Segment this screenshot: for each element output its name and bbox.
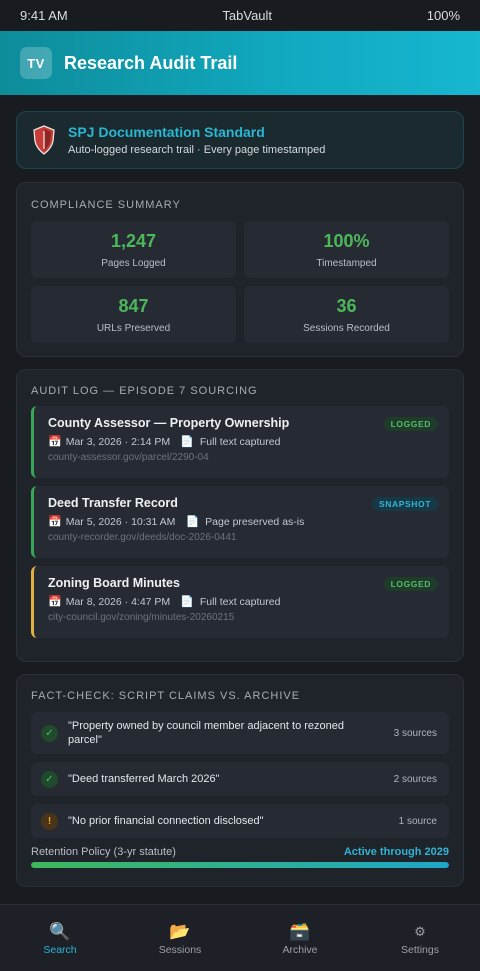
- stat-label: Sessions Recorded: [303, 322, 390, 334]
- nav-label: Settings: [401, 944, 439, 956]
- nav-label: Archive: [282, 944, 318, 956]
- stat-timestamped: 100% Timestamped: [244, 221, 449, 278]
- archive-box-icon: 🗃️: [289, 922, 311, 941]
- stat-value: 847: [118, 295, 149, 316]
- bottom-nav: 🔍 Search 📂 Sessions 🗃️ Archive ⚙ Setting…: [0, 904, 480, 971]
- section-title: AUDIT LOG — EPISODE 7 SOURCING: [31, 385, 258, 397]
- stat-sessions-recorded: 36 Sessions Recorded: [244, 286, 449, 343]
- document-icon: 📄: [185, 516, 200, 528]
- log-capture: Page preserved as-is: [205, 515, 305, 528]
- nav-settings[interactable]: ⚙ Settings: [360, 905, 480, 971]
- log-timestamp: Mar 5, 2026 · 10:31 AM: [65, 515, 176, 528]
- status-badge: SNAPSHOT: [371, 497, 438, 511]
- check-icon: ✓: [41, 724, 58, 742]
- app-logo: TV: [20, 47, 52, 79]
- status-badge: LOGGED: [383, 417, 438, 431]
- log-capture: Full text captured: [199, 435, 281, 448]
- stat-label: URLs Preserved: [96, 322, 171, 334]
- calendar-icon: 📅: [48, 596, 62, 608]
- section-title: FACT-CHECK: SCRIPT CLAIMS VS. ARCHIVE: [31, 690, 301, 702]
- compliance-summary-card: COMPLIANCE SUMMARY 1,247 Pages Logged 10…: [16, 182, 464, 357]
- fact-claim-item[interactable]: ✓ "Property owned by council member adja…: [31, 712, 449, 754]
- check-icon: ✓: [41, 770, 58, 788]
- nav-sessions[interactable]: 📂 Sessions: [120, 905, 240, 971]
- nav-label: Sessions: [158, 944, 202, 956]
- log-url[interactable]: county-assessor.gov/parcel/2290-04: [48, 452, 437, 463]
- stat-value: 1,247: [110, 230, 157, 251]
- retention-progress-fill: [31, 862, 449, 868]
- fact-claim-item[interactable]: ! "No prior financial connection disclos…: [31, 804, 449, 838]
- status-time: 9:41 AM: [20, 8, 68, 23]
- status-badge: LOGGED: [383, 577, 438, 591]
- log-title: County Assessor — Property Ownership: [48, 416, 290, 430]
- section-title: COMPLIANCE SUMMARY: [31, 199, 181, 211]
- log-capture: Full text captured: [199, 595, 281, 608]
- nav-label: Search: [43, 944, 77, 956]
- audit-log-card: AUDIT LOG — EPISODE 7 SOURCING County As…: [16, 369, 464, 662]
- stat-label: Timestamped: [316, 257, 377, 269]
- retention-progress-bar: [31, 862, 449, 868]
- audit-log-item[interactable]: Deed Transfer Record SNAPSHOT 📅 Mar 5, 2…: [31, 486, 449, 558]
- audit-log-item[interactable]: Zoning Board Minutes LOGGED 📅 Mar 8, 202…: [31, 566, 449, 638]
- log-url[interactable]: city-council.gov/zoning/minutes-20260215: [48, 612, 437, 623]
- stat-label: Pages Logged: [101, 257, 166, 269]
- status-battery: 100%: [426, 8, 460, 23]
- claim-text: "No prior financial connection disclosed…: [68, 815, 264, 827]
- fact-check-card: FACT-CHECK: SCRIPT CLAIMS VS. ARCHIVE ✓ …: [16, 674, 464, 887]
- fact-claim-item[interactable]: ✓ "Deed transferred March 2026" 2 source…: [31, 762, 449, 796]
- retention-label: Retention Policy (3-yr statute): [31, 846, 176, 858]
- log-timestamp: Mar 3, 2026 · 2:14 PM: [65, 435, 171, 448]
- banner-title: SPJ Documentation Standard: [68, 124, 265, 140]
- page-title: Research Audit Trail: [64, 52, 238, 73]
- claim-source-count: 3 sources: [393, 727, 437, 739]
- log-timestamp: Mar 8, 2026 · 4:47 PM: [65, 595, 171, 608]
- search-icon: 🔍: [49, 922, 71, 941]
- nav-search[interactable]: 🔍 Search: [0, 905, 120, 971]
- stat-value: 100%: [323, 230, 370, 251]
- banner-subtitle: Auto-logged research trail · Every page …: [68, 144, 326, 156]
- document-icon: 📄: [180, 596, 194, 608]
- calendar-icon: 📅: [48, 516, 62, 528]
- claim-text: "Property owned by council member adjace…: [68, 720, 344, 746]
- app-header: TV Research Audit Trail: [0, 31, 480, 95]
- log-url[interactable]: county-recorder.gov/deeds/doc-2026-0441: [48, 532, 437, 543]
- gear-icon: ⚙: [414, 924, 426, 939]
- nav-archive[interactable]: 🗃️ Archive: [240, 905, 360, 971]
- claim-source-count: 2 sources: [393, 773, 437, 785]
- retention-status: Active through 2029: [343, 846, 449, 858]
- log-title: Zoning Board Minutes: [48, 576, 180, 590]
- standard-banner: SPJ Documentation Standard Auto-logged r…: [16, 111, 464, 169]
- calendar-icon: 📅: [48, 436, 62, 448]
- document-icon: 📄: [180, 436, 194, 448]
- claim-text: "Deed transferred March 2026": [68, 773, 220, 785]
- warning-icon: !: [41, 812, 58, 830]
- claim-source-count: 1 source: [398, 815, 437, 827]
- stat-pages-logged: 1,247 Pages Logged: [31, 221, 236, 278]
- status-app-name: TabVault: [222, 8, 273, 23]
- shield-icon: [32, 125, 56, 155]
- stat-urls-preserved: 847 URLs Preserved: [31, 286, 236, 343]
- folder-icon: 📂: [169, 922, 191, 941]
- status-bar: 9:41 AM TabVault 100%: [0, 0, 480, 31]
- audit-log-item[interactable]: County Assessor — Property Ownership LOG…: [31, 406, 449, 478]
- stat-value: 36: [336, 295, 357, 316]
